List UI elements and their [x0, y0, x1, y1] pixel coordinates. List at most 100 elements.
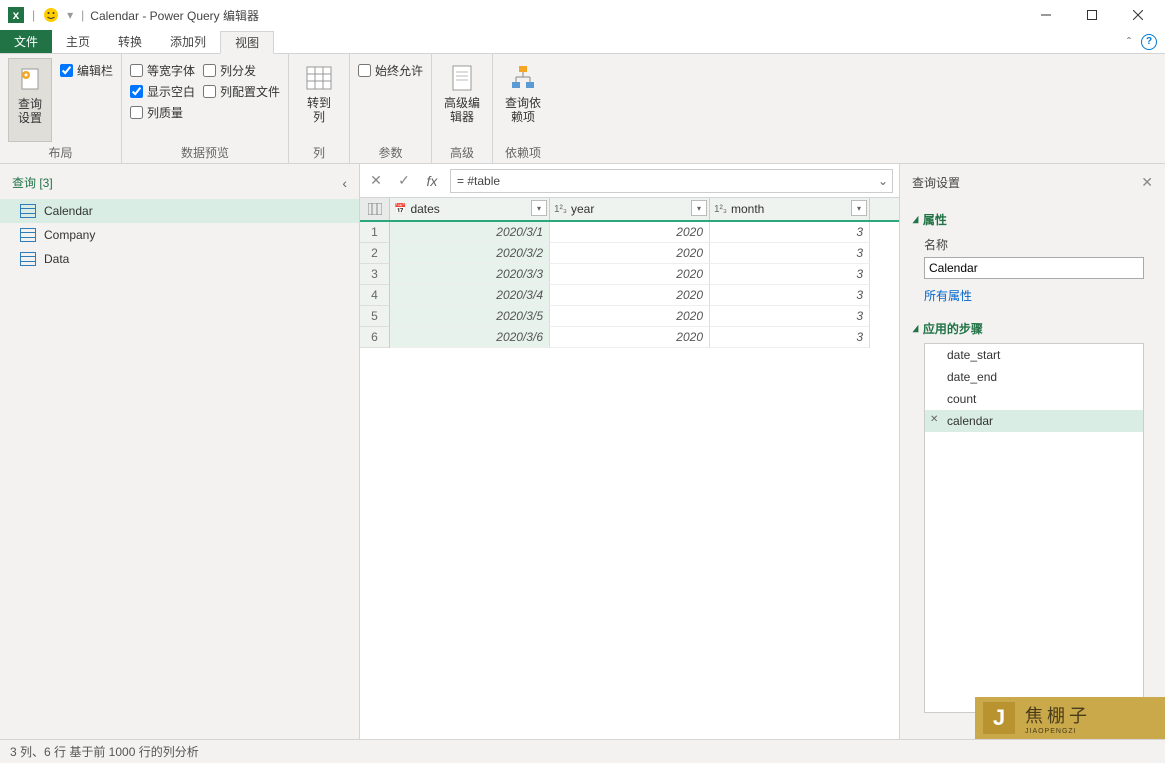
steps-section-header[interactable]: 应用的步骤 [912, 320, 1153, 337]
window-controls [1023, 0, 1161, 30]
table-row[interactable]: 52020/3/520203 [360, 306, 899, 327]
query-settings-button[interactable]: 查询设置 [8, 58, 52, 142]
query-dependencies-button[interactable]: 查询依赖项 [501, 58, 545, 142]
cell-dates[interactable]: 2020/3/5 [390, 306, 550, 327]
date-type-icon: 📅 [394, 204, 406, 215]
cell-dates[interactable]: 2020/3/4 [390, 285, 550, 306]
tab-view[interactable]: 视图 [220, 31, 274, 54]
row-number[interactable]: 5 [360, 306, 390, 327]
all-properties-link[interactable]: 所有属性 [924, 287, 1153, 304]
cancel-formula-icon[interactable]: ✕ [366, 172, 386, 189]
column-profile-checkbox[interactable]: 列配置文件 [203, 83, 280, 100]
column-month-filter-icon[interactable]: ▾ [851, 200, 867, 216]
cell-year[interactable]: 2020 [550, 222, 710, 243]
row-number[interactable]: 3 [360, 264, 390, 285]
query-item[interactable]: Company [0, 223, 359, 247]
watermark: J 焦棚子 JIAOPENGZI [975, 697, 1165, 739]
column-dates-filter-icon[interactable]: ▾ [531, 200, 547, 216]
advanced-editor-icon [446, 62, 478, 94]
cell-year[interactable]: 2020 [550, 264, 710, 285]
cell-year[interactable]: 2020 [550, 243, 710, 264]
formula-bar-checkbox[interactable]: 编辑栏 [60, 62, 113, 79]
show-whitespace-label: 显示空白 [147, 83, 195, 100]
column-distribution-checkbox[interactable]: 列分发 [203, 62, 280, 79]
applied-step[interactable]: date_end [925, 366, 1143, 388]
applied-step[interactable]: ✕calendar [925, 410, 1143, 432]
table-row[interactable]: 22020/3/220203 [360, 243, 899, 264]
goto-column-label2: 列 [313, 110, 325, 124]
table-row[interactable]: 42020/3/420203 [360, 285, 899, 306]
cell-month[interactable]: 3 [710, 306, 870, 327]
goto-column-button[interactable]: 转到列 [297, 58, 341, 142]
always-allow-label: 始终允许 [375, 62, 423, 79]
cell-month[interactable]: 3 [710, 243, 870, 264]
collapse-queries-icon[interactable]: ‹ [342, 175, 347, 191]
formula-input[interactable]: = #table ⌄ [450, 169, 893, 193]
cell-month[interactable]: 3 [710, 222, 870, 243]
query-settings-label2: 设置 [18, 111, 42, 125]
table-row[interactable]: 12020/3/120203 [360, 222, 899, 243]
row-number[interactable]: 2 [360, 243, 390, 264]
tab-transform[interactable]: 转换 [104, 30, 156, 53]
advanced-editor-button[interactable]: 高级编辑器 [440, 58, 484, 142]
workspace: 查询 [3] ‹ CalendarCompanyData ✕ ✓ fx = #t… [0, 164, 1165, 739]
ribbon-group-layout: 查询设置 编辑栏 布局 [0, 54, 122, 163]
cell-year[interactable]: 2020 [550, 285, 710, 306]
column-header-month[interactable]: 1²₃month▾ [710, 198, 870, 220]
column-year-filter-icon[interactable]: ▾ [691, 200, 707, 216]
cell-month[interactable]: 3 [710, 264, 870, 285]
accept-formula-icon[interactable]: ✓ [394, 172, 414, 189]
cell-year[interactable]: 2020 [550, 327, 710, 348]
cell-dates[interactable]: 2020/3/6 [390, 327, 550, 348]
cell-month[interactable]: 3 [710, 327, 870, 348]
query-name-input[interactable] [924, 257, 1144, 279]
tab-home[interactable]: 主页 [52, 30, 104, 53]
query-item[interactable]: Data [0, 247, 359, 271]
row-number[interactable]: 6 [360, 327, 390, 348]
formula-text: = #table [457, 174, 500, 188]
applied-step[interactable]: date_start [925, 344, 1143, 366]
query-settings-label1: 查询 [18, 97, 42, 111]
delete-step-icon[interactable]: ✕ [930, 414, 938, 425]
cell-year[interactable]: 2020 [550, 306, 710, 327]
row-number[interactable]: 1 [360, 222, 390, 243]
properties-section-header[interactable]: 属性 [912, 211, 1153, 228]
query-item-label: Calendar [44, 204, 93, 218]
number-type-icon: 1²₃ [554, 204, 567, 215]
formula-bar: ✕ ✓ fx = #table ⌄ [360, 164, 899, 198]
maximize-button[interactable] [1069, 0, 1115, 30]
tab-addcolumn[interactable]: 添加列 [156, 30, 220, 53]
qat-dropdown[interactable]: ▾ [67, 8, 73, 22]
cell-month[interactable]: 3 [710, 285, 870, 306]
column-quality-checkbox[interactable]: 列质量 [130, 104, 195, 121]
select-all-corner[interactable] [360, 198, 390, 220]
monospace-checkbox[interactable]: 等宽字体 [130, 62, 195, 79]
ribbon: 查询设置 编辑栏 布局 等宽字体 显示空白 列质量 列分发 列配置文件 数据预览 [0, 54, 1165, 164]
cell-dates[interactable]: 2020/3/2 [390, 243, 550, 264]
row-number[interactable]: 4 [360, 285, 390, 306]
query-item[interactable]: Calendar [0, 199, 359, 223]
ribbon-group-preview: 等宽字体 显示空白 列质量 列分发 列配置文件 数据预览 [122, 54, 289, 163]
close-button[interactable] [1115, 0, 1161, 30]
help-icon[interactable]: ? [1141, 34, 1157, 50]
show-whitespace-checkbox[interactable]: 显示空白 [130, 83, 195, 100]
table-row[interactable]: 62020/3/620203 [360, 327, 899, 348]
cell-dates[interactable]: 2020/3/1 [390, 222, 550, 243]
table-row[interactable]: 32020/3/320203 [360, 264, 899, 285]
watermark-text: 焦棚子 JIAOPENGZI [1025, 702, 1091, 735]
smiley-icon[interactable] [42, 6, 60, 24]
formula-dropdown-icon[interactable]: ⌄ [878, 174, 888, 188]
query-settings-pane: 查询设置✕ 属性 名称 所有属性 应用的步骤 date_startdate_en… [900, 164, 1165, 739]
applied-step[interactable]: count [925, 388, 1143, 410]
column-header-year[interactable]: 1²₃year▾ [550, 198, 710, 220]
tab-file[interactable]: 文件 [0, 30, 52, 53]
column-group-label: 列 [297, 142, 341, 161]
collapse-ribbon-icon[interactable]: ˆ [1127, 35, 1131, 49]
column-header-dates[interactable]: 📅dates▾ [390, 198, 550, 220]
cell-dates[interactable]: 2020/3/3 [390, 264, 550, 285]
fx-icon[interactable]: fx [422, 173, 442, 189]
step-label: date_start [947, 348, 1000, 362]
always-allow-checkbox[interactable]: 始终允许 [358, 62, 423, 79]
close-settings-icon[interactable]: ✕ [1141, 174, 1153, 191]
minimize-button[interactable] [1023, 0, 1069, 30]
